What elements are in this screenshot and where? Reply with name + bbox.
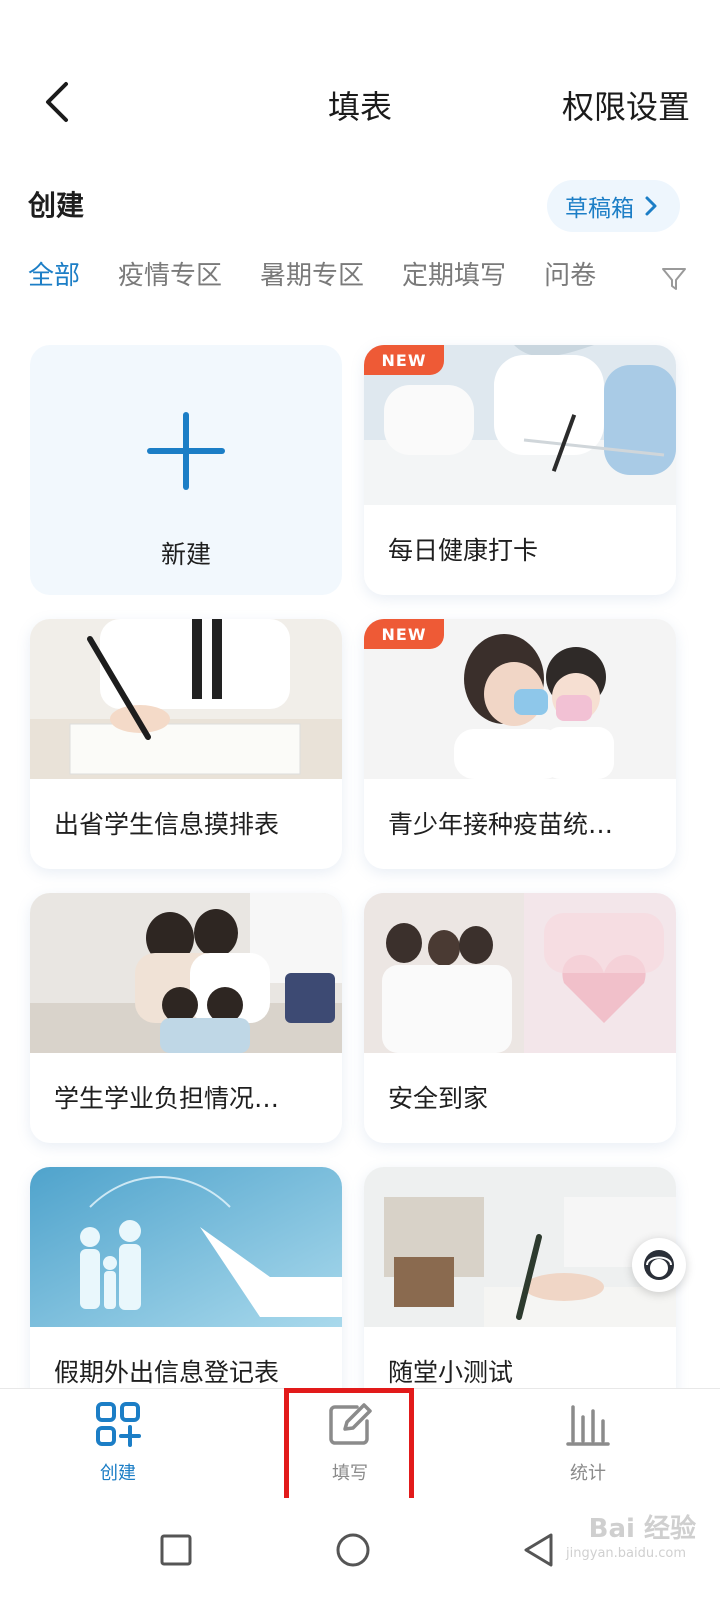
- triangle-back-icon: [524, 1533, 553, 1567]
- recent-apps-button[interactable]: [146, 1520, 206, 1580]
- square-icon: [160, 1534, 192, 1566]
- filter-button[interactable]: [660, 265, 690, 295]
- filter-icon: [662, 268, 686, 290]
- template-card-quiz[interactable]: 随堂小测试: [364, 1167, 676, 1417]
- card-label: 每日健康打卡: [388, 536, 539, 565]
- card-label: 出省学生信息摸排表: [54, 810, 280, 839]
- card-image: [364, 893, 676, 1053]
- section-title: 创建: [28, 189, 85, 222]
- back-button[interactable]: [36, 78, 76, 126]
- nav-create[interactable]: 创建: [58, 1401, 178, 1485]
- card-image: NEW: [364, 619, 676, 779]
- card-label: 青少年接种疫苗统…: [388, 810, 614, 839]
- bottom-navigation: 创建 填写 统计: [0, 1388, 720, 1498]
- nav-stats[interactable]: 统计: [528, 1401, 648, 1485]
- template-card-vaccination[interactable]: NEW 青少年接种疫苗统…: [364, 619, 676, 869]
- card-label: 随堂小测试: [388, 1358, 514, 1387]
- nav-create-label: 创建: [100, 1463, 136, 1484]
- watermark: Bai 经验: [588, 1514, 696, 1544]
- nav-stats-label: 统计: [570, 1463, 606, 1484]
- card-image: [30, 893, 342, 1053]
- customer-service-button[interactable]: [632, 1238, 686, 1292]
- grid-add-icon: [96, 1402, 141, 1447]
- card-label: 假期外出信息登记表: [54, 1358, 280, 1387]
- system-back-button[interactable]: [508, 1520, 568, 1580]
- tab-epidemic[interactable]: 疫情专区: [118, 255, 222, 299]
- chevron-left-icon: [46, 82, 68, 122]
- headset-icon: [644, 1250, 674, 1280]
- nav-fill[interactable]: 填写: [290, 1401, 410, 1485]
- edit-icon: [329, 1403, 372, 1445]
- new-badge: NEW: [364, 619, 444, 649]
- template-card-health-checkin[interactable]: NEW 每日健康打卡: [364, 345, 676, 595]
- template-card-student-info[interactable]: 出省学生信息摸排表: [30, 619, 342, 869]
- watermark-url: jingyan.baidu.com: [566, 1546, 686, 1561]
- tab-summer[interactable]: 暑期专区: [260, 255, 364, 299]
- card-image: [364, 1167, 676, 1327]
- card-image: [30, 619, 342, 779]
- chevron-right-icon: [645, 196, 657, 216]
- home-button[interactable]: [323, 1520, 383, 1580]
- tab-periodic[interactable]: 定期填写: [402, 255, 506, 299]
- template-card-academic-burden[interactable]: 学生学业负担情况…: [30, 893, 342, 1143]
- card-label: 新建: [160, 540, 211, 569]
- new-template-card[interactable]: 新建: [30, 345, 342, 595]
- plus-icon: [147, 412, 225, 490]
- nav-fill-label: 填写: [332, 1463, 368, 1484]
- card-image: [30, 1167, 342, 1327]
- bar-chart-icon: [566, 1405, 610, 1446]
- permission-settings-button[interactable]: 权限设置: [562, 82, 690, 128]
- top-bar: 填表 权限设置: [0, 0, 720, 200]
- card-label: 安全到家: [388, 1084, 489, 1113]
- circle-icon: [336, 1533, 370, 1567]
- template-card-safe-home[interactable]: 安全到家: [364, 893, 676, 1143]
- new-badge: NEW: [364, 345, 444, 375]
- tab-survey[interactable]: 问卷: [544, 255, 596, 299]
- tab-all[interactable]: 全部: [28, 255, 80, 299]
- drafts-label: 草稿箱: [565, 196, 634, 222]
- template-card-holiday-travel[interactable]: 假期外出信息登记表: [30, 1167, 342, 1417]
- category-tabs: 全部 疫情专区 暑期专区 定期填写 问卷: [28, 255, 668, 299]
- card-label: 学生学业负担情况…: [54, 1084, 280, 1113]
- card-image: NEW: [364, 345, 676, 505]
- drafts-button[interactable]: 草稿箱: [547, 180, 680, 232]
